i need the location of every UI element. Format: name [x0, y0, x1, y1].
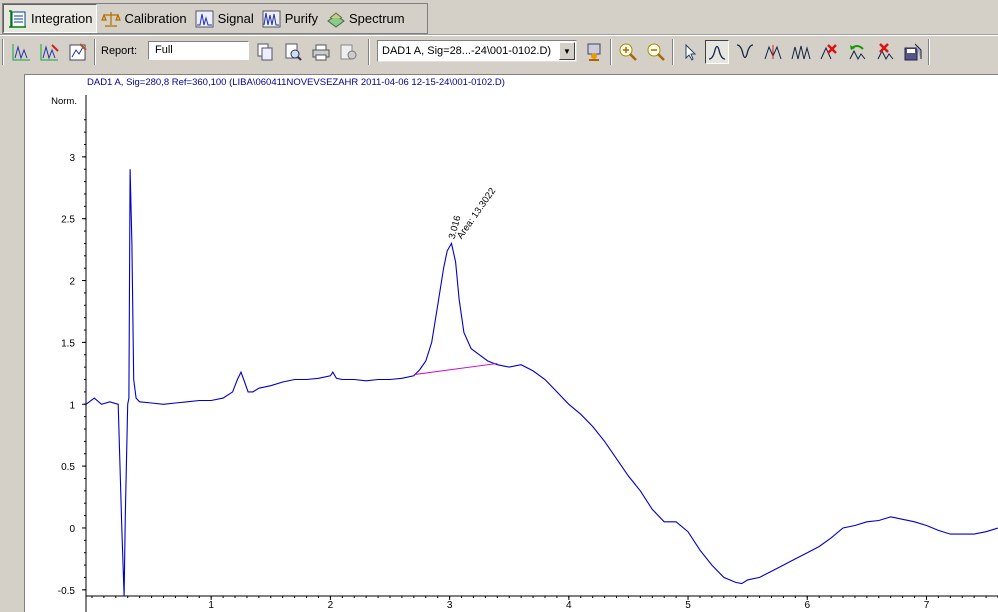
peak-area-label: Area: 13.3022: [455, 186, 498, 241]
y-tick-label: 0: [69, 524, 75, 535]
y-tick-label: 2.5: [61, 215, 75, 226]
y-tick-label: 1: [69, 400, 75, 411]
y-tick-label: -0.5: [58, 586, 76, 597]
y-tick-label: 3: [69, 153, 75, 164]
signal-trace: [85, 169, 998, 597]
x-tick-label: 7: [924, 600, 930, 611]
x-tick-label: 6: [804, 600, 810, 611]
chromatogram-plot[interactable]: Norm.-0.500.511.522.531 2 3 4 5 6 73.016Area: …: [0, 0, 998, 612]
x-tick-label: 5: [685, 600, 691, 611]
x-tick-label: 1: [208, 600, 214, 611]
y-tick-label: 1.5: [61, 338, 75, 349]
y-tick-label: 0.5: [61, 462, 75, 473]
peak-baseline: [413, 362, 498, 376]
application-window: Integration Calibration Signal Purify Sp…: [0, 0, 998, 612]
x-tick-label: 2: [328, 600, 334, 611]
y-tick-label: 2: [69, 277, 75, 288]
y-axis-label: Norm.: [51, 96, 77, 107]
x-tick-label: 4: [566, 600, 572, 611]
x-tick-label: 3: [447, 600, 453, 611]
